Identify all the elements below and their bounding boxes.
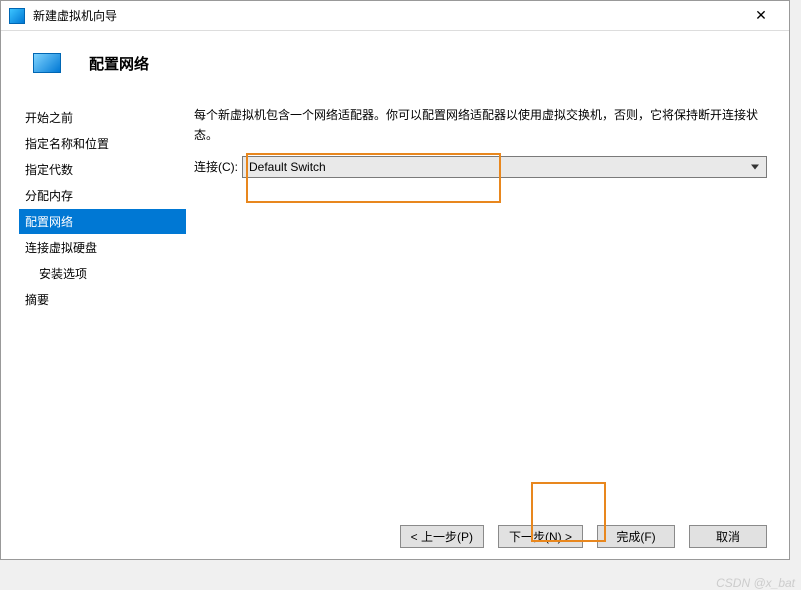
connection-select[interactable]: Default Switch bbox=[242, 156, 767, 178]
description-text: 每个新虚拟机包含一个网络适配器。你可以配置网络适配器以使用虚拟交换机，否则，它将… bbox=[194, 105, 767, 146]
connection-label: 连接(C): bbox=[194, 158, 238, 175]
next-button[interactable]: 下一步(N) > bbox=[498, 525, 583, 548]
wizard-footer: < 上一步(P) 下一步(N) > 完成(F) 取消 bbox=[1, 513, 789, 559]
sidebar-item-name-location[interactable]: 指定名称和位置 bbox=[19, 131, 186, 156]
close-icon: ✕ bbox=[755, 7, 767, 24]
window-title: 新建虚拟机向导 bbox=[33, 7, 741, 24]
connection-select-wrap: Default Switch bbox=[242, 156, 767, 178]
titlebar: 新建虚拟机向导 ✕ bbox=[1, 1, 789, 31]
content-panel: 每个新虚拟机包含一个网络适配器。你可以配置网络适配器以使用虚拟交换机，否则，它将… bbox=[186, 95, 789, 513]
watermark: CSDN @x_bat bbox=[716, 576, 795, 590]
connection-row: 连接(C): Default Switch bbox=[194, 156, 767, 178]
sidebar-item-install-options[interactable]: 安装选项 bbox=[19, 261, 186, 286]
sidebar-item-summary[interactable]: 摘要 bbox=[19, 287, 186, 312]
sidebar-item-memory[interactable]: 分配内存 bbox=[19, 183, 186, 208]
page-title: 配置网络 bbox=[89, 53, 149, 74]
header-icon bbox=[33, 53, 61, 73]
cancel-button[interactable]: 取消 bbox=[689, 525, 767, 548]
sidebar-item-generation[interactable]: 指定代数 bbox=[19, 157, 186, 182]
wizard-header: 配置网络 bbox=[1, 31, 789, 95]
sidebar: 开始之前 指定名称和位置 指定代数 分配内存 配置网络 连接虚拟硬盘 安装选项 … bbox=[1, 95, 186, 513]
sidebar-item-vhd[interactable]: 连接虚拟硬盘 bbox=[19, 235, 186, 260]
close-button[interactable]: ✕ bbox=[741, 2, 781, 30]
prev-button[interactable]: < 上一步(P) bbox=[400, 525, 484, 548]
sidebar-item-before-begin[interactable]: 开始之前 bbox=[19, 105, 186, 130]
sidebar-item-network[interactable]: 配置网络 bbox=[19, 209, 186, 234]
app-icon bbox=[9, 8, 25, 24]
wizard-window: 新建虚拟机向导 ✕ 配置网络 开始之前 指定名称和位置 指定代数 分配内存 配置… bbox=[0, 0, 790, 560]
connection-select-value: Default Switch bbox=[249, 160, 326, 174]
finish-button[interactable]: 完成(F) bbox=[597, 525, 675, 548]
wizard-body: 开始之前 指定名称和位置 指定代数 分配内存 配置网络 连接虚拟硬盘 安装选项 … bbox=[1, 95, 789, 513]
